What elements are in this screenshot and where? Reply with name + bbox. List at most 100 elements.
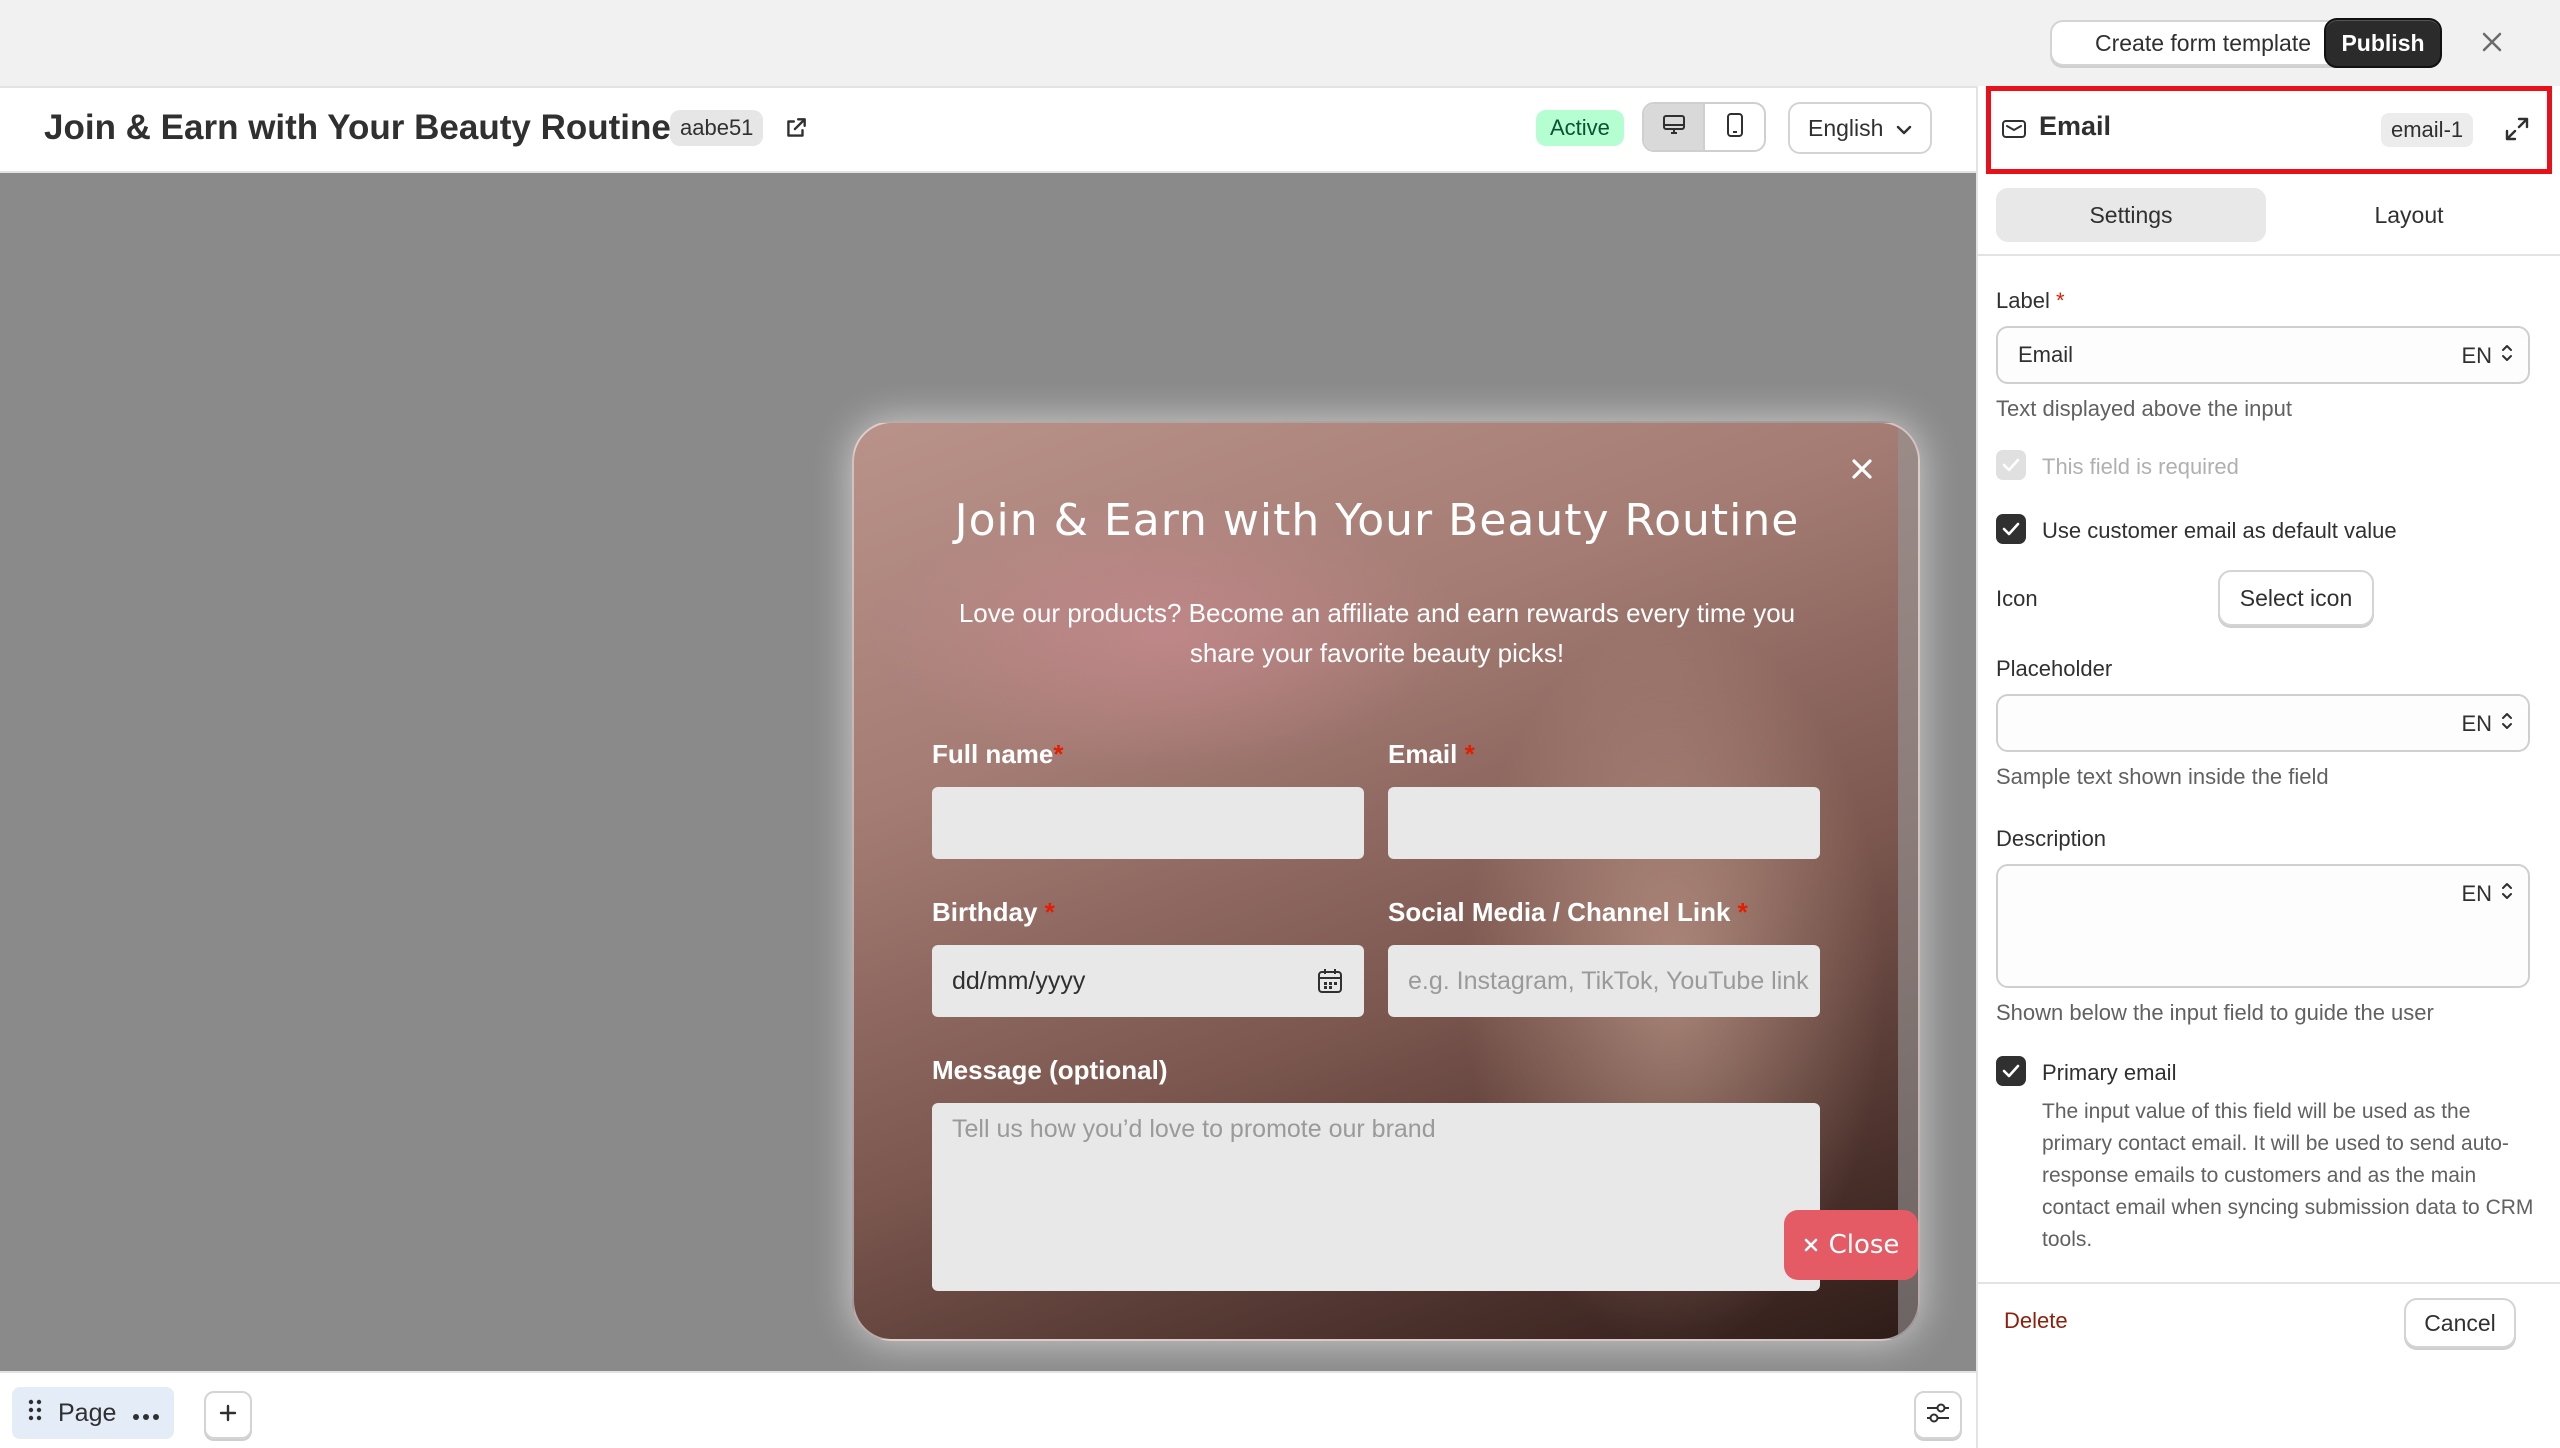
cancel-button[interactable]: Cancel (2404, 1298, 2516, 1348)
email-label: Email * (1388, 739, 1475, 770)
panel-title: Email (2039, 111, 2112, 141)
tab-layout[interactable]: Layout (2274, 188, 2544, 242)
mobile-icon (1725, 112, 1745, 143)
message-label: Message (optional) (932, 1055, 1168, 1085)
page-title: Join & Earn with Your Beauty Routine (44, 108, 671, 147)
icon-field-label: Icon (1996, 586, 2038, 611)
add-page-button[interactable] (204, 1391, 252, 1439)
description-field-label: Description (1996, 826, 2107, 851)
birthday-label: Birthday * (932, 897, 1055, 928)
primary-email-description: The input value of this field will be us… (2042, 1100, 2534, 1251)
top-bar: Create form template Publish (0, 0, 2560, 86)
delete-button[interactable]: Delete (2004, 1308, 2068, 1334)
primary-email-label: Primary email (2042, 1060, 2177, 1085)
label-input[interactable]: Email EN (1996, 326, 2530, 384)
external-link-icon[interactable] (780, 112, 812, 144)
label-field-label: Label * (1996, 288, 2065, 314)
editor-header: Join & Earn with Your Beauty Routine aab… (0, 86, 1976, 173)
preview-canvas: Join & Earn with Your Beauty Routine Lov… (0, 173, 1976, 1371)
social-link-input[interactable]: e.g. Instagram, TikTok, YouTube link (1388, 945, 1820, 1017)
description-help-text: Shown below the input field to guide the… (1996, 1000, 2434, 1025)
email-input[interactable] (1388, 787, 1820, 859)
required-mark: * (1737, 897, 1748, 927)
label-field-label-text: Label (1996, 288, 2050, 313)
tab-settings[interactable]: Settings (1996, 188, 2266, 242)
social-link-label-text: Social Media / Channel Link (1388, 897, 1731, 927)
popup-scrollbar[interactable] (1898, 423, 1918, 1339)
full-name-input[interactable] (932, 787, 1364, 859)
sliders-icon (1925, 1401, 1951, 1430)
description-locale-select[interactable]: EN (2461, 880, 2514, 908)
form-id-badge: aabe51 (670, 110, 764, 146)
chevron-up-down-icon (2500, 710, 2514, 738)
default-value-checkbox[interactable] (1996, 514, 2026, 544)
required-checkbox-label: This field is required (2042, 454, 2239, 479)
popup-subtitle: Love our products? Become an affiliate a… (958, 598, 1796, 668)
chevron-up-down-icon (2500, 342, 2514, 370)
calendar-icon[interactable] (1316, 967, 1344, 1002)
close-button-label: Close (1828, 1230, 1900, 1260)
default-value-checkbox-label: Use customer email as default value (2042, 518, 2397, 543)
description-locale-value: EN (2461, 881, 2492, 906)
label-locale-select[interactable]: EN (2461, 342, 2514, 370)
placeholder-field-label: Placeholder (1996, 656, 2113, 681)
placeholder-locale-value: EN (2461, 711, 2492, 736)
divider (1978, 254, 2560, 256)
language-select-value: English (1808, 114, 1884, 141)
placeholder-input[interactable]: EN (1996, 694, 2530, 752)
birthday-placeholder: dd/mm/yyyy (952, 966, 1086, 995)
select-icon-button[interactable]: Select icon (2218, 570, 2374, 626)
chevron-down-icon (1895, 115, 1913, 142)
email-label-text: Email (1388, 739, 1458, 769)
required-mark: * (1044, 897, 1055, 927)
drag-handle-icon[interactable] (28, 1399, 42, 1428)
divider (1978, 1282, 2560, 1284)
popup-close-icon[interactable] (1842, 449, 1882, 489)
social-link-label: Social Media / Channel Link * (1388, 897, 1748, 928)
page-settings-button[interactable] (1914, 1391, 1962, 1439)
social-link-placeholder: e.g. Instagram, TikTok, YouTube link (1408, 966, 1809, 995)
expand-icon[interactable] (2503, 115, 2531, 148)
page-tab[interactable]: Page (12, 1387, 174, 1439)
close-icon (1803, 1230, 1819, 1260)
bottom-bar: Page (0, 1371, 1976, 1448)
primary-email-checkbox[interactable] (1996, 1056, 2026, 1086)
publish-button[interactable]: Publish (2324, 18, 2442, 68)
create-form-template-button[interactable]: Create form template (2050, 20, 2356, 66)
label-locale-value: EN (2461, 343, 2492, 368)
popup-title: Join & Earn with Your Beauty Routine (954, 495, 1800, 546)
description-textarea[interactable]: EN (1996, 864, 2530, 988)
panel-header: Email email-1 (1986, 86, 2552, 174)
mobile-view-button[interactable] (1705, 104, 1764, 150)
desktop-view-button[interactable] (1644, 104, 1705, 150)
full-name-label-text: Full name (932, 739, 1054, 769)
desktop-icon (1661, 113, 1687, 142)
more-options-icon[interactable] (132, 1399, 160, 1428)
required-checkbox[interactable] (1996, 450, 2026, 480)
device-toggle (1642, 102, 1766, 152)
popup-close-button[interactable]: Close (1784, 1210, 1918, 1280)
required-mark: * (2055, 288, 2065, 313)
message-textarea[interactable]: Tell us how you’d love to promote our br… (932, 1103, 1820, 1291)
page-tab-label: Page (58, 1398, 117, 1427)
form-popup: Join & Earn with Your Beauty Routine Lov… (852, 421, 1920, 1341)
placeholder-locale-select[interactable]: EN (2461, 710, 2514, 738)
message-placeholder: Tell us how you’d love to promote our br… (952, 1115, 1436, 1143)
close-editor-icon[interactable] (2474, 24, 2510, 60)
element-settings-panel: Email email-1 Settings Layout Label * Em… (1976, 86, 2560, 1448)
panel-tabs: Settings Layout (1996, 188, 2544, 242)
label-input-value: Email (2018, 342, 2074, 367)
birthday-input[interactable]: dd/mm/yyyy (932, 945, 1364, 1017)
plus-icon (218, 1403, 238, 1428)
language-select[interactable]: English (1788, 102, 1932, 154)
status-badge: Active (1536, 110, 1624, 146)
birthday-label-text: Birthday (932, 897, 1038, 927)
chevron-up-down-icon (2500, 880, 2514, 908)
envelope-icon (2001, 117, 2027, 146)
element-id-badge: email-1 (2381, 113, 2474, 147)
label-help-text: Text displayed above the input (1996, 396, 2292, 421)
placeholder-help-text: Sample text shown inside the field (1996, 764, 2329, 789)
full-name-label: Full name* (932, 739, 1063, 770)
required-mark: * (1053, 739, 1064, 769)
required-mark: * (1464, 739, 1475, 769)
